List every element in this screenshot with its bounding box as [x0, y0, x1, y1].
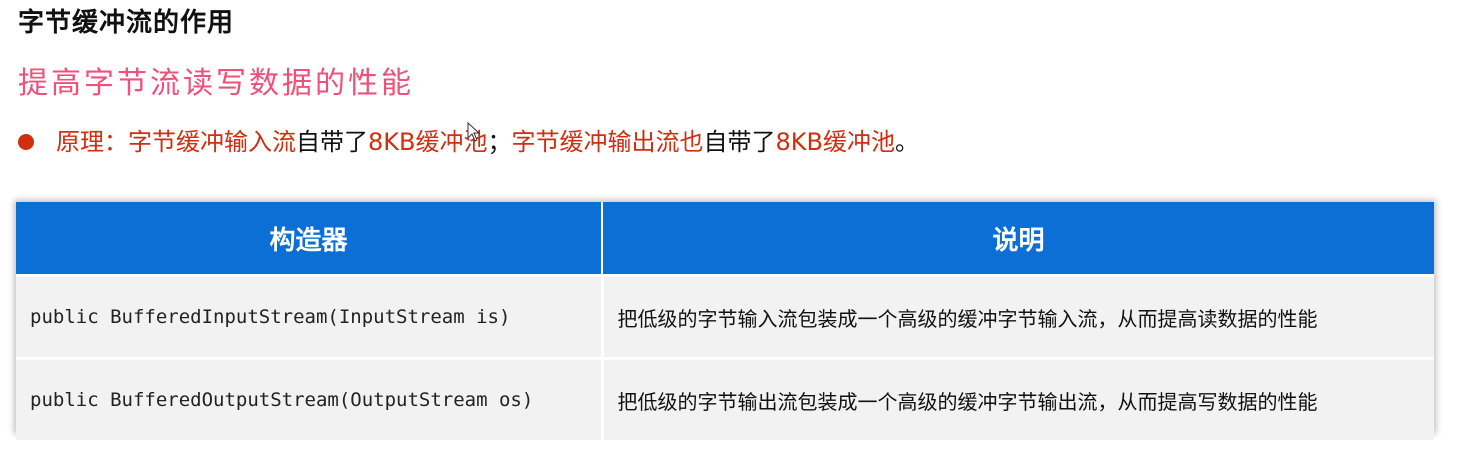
bullet-dot-icon — [18, 134, 34, 150]
constructor-table: 构造器 说明 public BufferedInputStream(InputS… — [16, 202, 1434, 440]
description-cell: 把低级的字节输入流包装成一个高级的缓冲字节输入流，从而提高读数据的性能 — [602, 274, 1434, 359]
table-row: public BufferedInputStream(InputStream i… — [16, 274, 1434, 359]
description-cell: 把低级的字节输出流包装成一个高级的缓冲字节输出流，从而提高写数据的性能 — [602, 357, 1434, 440]
header-constructor: 构造器 — [16, 202, 603, 276]
handwritten-subtitle: 提高字节流读写数据的性能 — [18, 66, 414, 101]
principle-text-4: ； — [487, 128, 512, 156]
principle-text-1: 字节缓冲输入流 — [128, 128, 296, 156]
principle-text-5: 字节缓冲输出流也 — [511, 128, 704, 156]
principle-text-6: 自带了 — [703, 128, 776, 156]
constructor-cell: public BufferedOutputStream(OutputStream… — [16, 357, 604, 440]
principle-text-2: 自带了 — [296, 128, 368, 156]
table-row: public BufferedOutputStream(OutputStream… — [16, 357, 1434, 440]
principle-text-8: 。 — [894, 128, 919, 156]
mouse-cursor-icon — [467, 122, 481, 142]
header-description: 说明 — [602, 202, 1434, 276]
page-title: 字节缓冲流的作用 — [18, 8, 235, 38]
principle-text-7: 8KB缓冲池 — [775, 128, 895, 156]
constructor-cell: public BufferedInputStream(InputStream i… — [16, 274, 604, 359]
principle-label: 原理： — [56, 128, 128, 156]
table-header-row: 构造器 说明 — [16, 202, 1434, 276]
